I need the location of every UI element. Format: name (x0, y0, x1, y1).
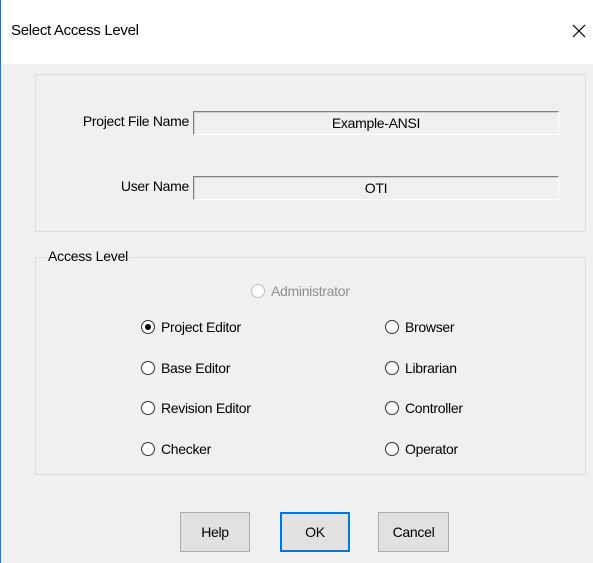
access-level-caption: Access Level (46, 248, 131, 264)
radio-base-editor[interactable]: Base Editor (141, 360, 230, 376)
ok-button[interactable]: OK (280, 512, 350, 552)
radio-circle (141, 401, 155, 415)
project-info-group: Project File Name Example-ANSI User Name… (35, 74, 586, 232)
radio-circle (251, 284, 265, 298)
radio-circle (141, 320, 155, 334)
radio-browser[interactable]: Browser (385, 319, 455, 335)
close-button[interactable] (566, 16, 592, 46)
radio-label: Administrator (271, 283, 350, 299)
dialog-title: Select Access Level (11, 22, 139, 39)
radio-circle (141, 442, 155, 456)
radio-label: Browser (405, 319, 455, 335)
radio-circle (385, 320, 399, 334)
radio-circle (385, 401, 399, 415)
radio-administrator: Administrator (251, 283, 350, 299)
access-level-group: Access Level Administrator Project Edito… (35, 248, 586, 475)
close-icon (572, 24, 586, 38)
radio-label: Revision Editor (161, 400, 251, 416)
help-button[interactable]: Help (180, 512, 250, 552)
user-name-label: User Name (120, 178, 189, 194)
radio-label: Checker (161, 441, 212, 457)
select-access-level-dialog: Select Access Level Project File Name Ex… (0, 0, 593, 563)
title-bar: Select Access Level (1, 0, 593, 64)
radio-label: Base Editor (161, 360, 231, 376)
cancel-button[interactable]: Cancel (378, 512, 449, 552)
radio-revision-editor[interactable]: Revision Editor (141, 400, 251, 416)
user-name-field: OTI (193, 176, 559, 200)
radio-librarian[interactable]: Librarian (385, 360, 457, 376)
radio-selected-dot (145, 324, 151, 330)
radio-checker[interactable]: Checker (141, 441, 211, 457)
project-file-name-field: Example-ANSI (193, 111, 559, 135)
project-file-name-label: Project File Name (82, 113, 189, 129)
radio-label: Project Editor (161, 319, 241, 335)
radio-label: Operator (405, 441, 458, 457)
radio-operator[interactable]: Operator (385, 441, 458, 457)
radio-label: Controller (405, 400, 463, 416)
radio-circle (141, 361, 155, 375)
radio-project-editor[interactable]: Project Editor (141, 319, 241, 335)
radio-circle (385, 442, 399, 456)
radio-circle (385, 361, 399, 375)
radio-controller[interactable]: Controller (385, 400, 463, 416)
radio-label: Librarian (405, 360, 457, 376)
